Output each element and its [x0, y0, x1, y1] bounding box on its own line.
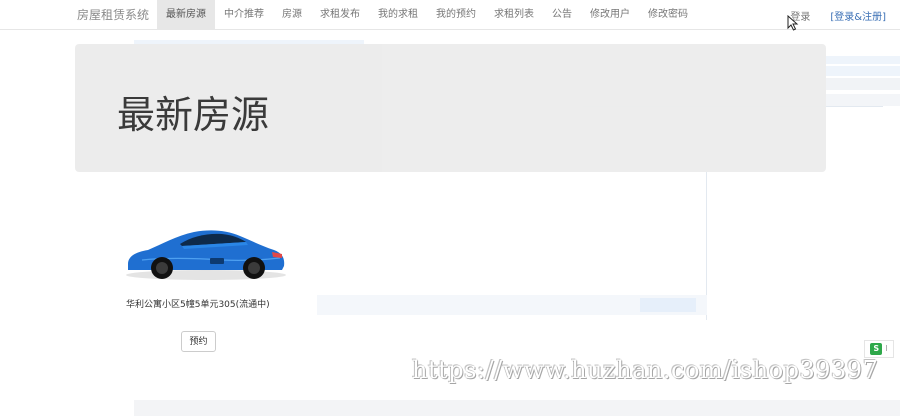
side-widget[interactable]: S ⁝	[864, 340, 894, 358]
page-title: 最新房源	[117, 93, 270, 137]
brand-title[interactable]: 房屋租赁系统	[77, 0, 149, 30]
jumbotron: 最新房源	[75, 44, 826, 172]
nav-item-latest-listings[interactable]: 最新房源	[157, 0, 215, 30]
nav-item-request-list[interactable]: 求租列表	[485, 0, 543, 30]
nav-item-change-password[interactable]: 修改密码	[639, 0, 697, 30]
nav-item-listings[interactable]: 房源	[273, 0, 311, 30]
listing-address[interactable]: 华利公寓小区5幢5单元305(流通中)	[126, 297, 270, 310]
nav-right: 登录 [登录&注册]	[790, 0, 886, 30]
nav-item-edit-user[interactable]: 修改用户	[581, 0, 639, 30]
main-nav: 最新房源 中介推荐 房源 求租发布 我的求租 我的预约 求租列表 公告 修改用户…	[157, 0, 697, 30]
top-navbar: 房屋租赁系统 最新房源 中介推荐 房源 求租发布 我的求租 我的预约 求租列表 …	[0, 0, 900, 30]
nav-item-my-requests[interactable]: 我的求租	[369, 0, 427, 30]
s-logo-icon: S	[870, 343, 883, 355]
car-photo-icon[interactable]	[122, 220, 286, 284]
register-link[interactable]: [登录&注册]	[830, 8, 886, 23]
watermark-text: https://www.huzhan.com/ishop39397	[412, 356, 879, 384]
nav-item-announcements[interactable]: 公告	[543, 0, 581, 30]
nav-item-agent-recommend[interactable]: 中介推荐	[215, 0, 273, 30]
reserve-button[interactable]: 预约	[181, 331, 216, 352]
more-dots-icon: ⁝	[885, 344, 888, 353]
nav-item-my-reservations[interactable]: 我的预约	[427, 0, 485, 30]
mouse-cursor-icon	[787, 15, 799, 31]
nav-item-post-request[interactable]: 求租发布	[311, 0, 369, 30]
